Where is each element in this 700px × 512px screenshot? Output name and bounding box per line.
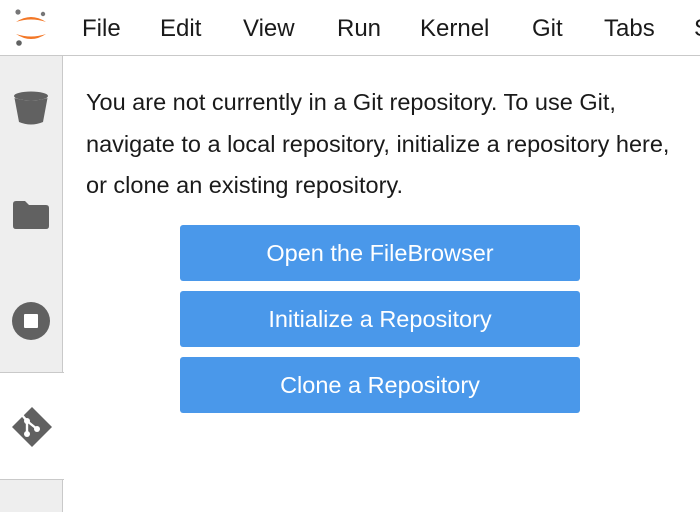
git-icon [12, 407, 52, 447]
menu-file[interactable]: File [82, 14, 121, 44]
sidebar-tab-next[interactable] [0, 480, 63, 512]
menu-view[interactable]: View [243, 14, 295, 44]
folder-icon[interactable] [10, 194, 52, 236]
left-sidebar [0, 56, 64, 512]
not-a-repository-message: You are not currently in a Git repositor… [86, 89, 670, 198]
initialize-repository-button[interactable]: Initialize a Repository [180, 291, 580, 347]
menu-tabs[interactable]: Tabs [604, 14, 655, 44]
open-filebrowser-button[interactable]: Open the FileBrowser [180, 225, 580, 281]
menu-bar: File Edit View Run Kernel Git Tabs S [0, 0, 700, 56]
menu-git[interactable]: Git [532, 14, 563, 44]
menu-run[interactable]: Run [337, 14, 381, 44]
stop-circle-icon[interactable] [10, 300, 52, 342]
trash-bucket-icon[interactable] [10, 86, 52, 128]
git-panel: You are not currently in a Git repositor… [64, 56, 700, 512]
menu-edit[interactable]: Edit [160, 14, 201, 44]
jupyter-logo-icon[interactable] [10, 6, 52, 48]
menu-kernel[interactable]: Kernel [420, 14, 489, 44]
menu-settings-partial[interactable]: S [694, 14, 700, 44]
clone-repository-button[interactable]: Clone a Repository [180, 357, 580, 413]
sidebar-tab-git[interactable] [0, 372, 64, 480]
